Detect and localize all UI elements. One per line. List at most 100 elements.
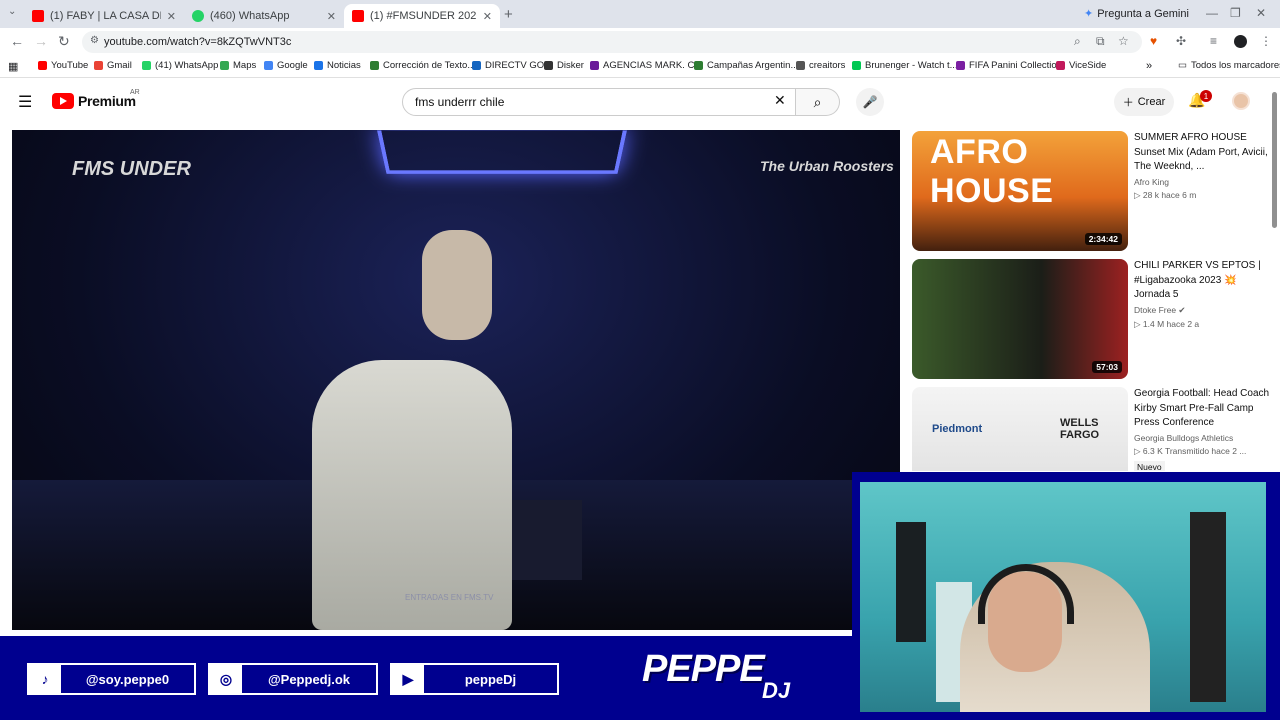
performer-body bbox=[312, 360, 512, 630]
search-icon: ⌕ bbox=[813, 93, 822, 110]
gemini-label: Pregunta a Gemini bbox=[1097, 7, 1189, 20]
recommendation-item[interactable]: Piedmont WELLS FARGO Georgia Football: H… bbox=[912, 387, 1270, 471]
disker-icon bbox=[544, 61, 553, 70]
tab-title: (460) WhatsApp bbox=[210, 10, 290, 22]
page-scrollbar[interactable] bbox=[1272, 92, 1277, 228]
create-button[interactable]: ＋ Crear bbox=[1114, 88, 1174, 116]
tab-search-icon[interactable]: ⌄ bbox=[8, 6, 16, 17]
video-title[interactable]: SUMMER AFRO HOUSE Sunset Mix (Adam Port,… bbox=[1134, 131, 1270, 175]
whatsapp-favicon-icon bbox=[192, 10, 204, 22]
extension-icon[interactable]: ♥ bbox=[1150, 34, 1157, 48]
peppe-brand-logo: PEPPE bbox=[642, 648, 765, 690]
bookmark-agencias[interactable]: AGENCIAS MARK. C... bbox=[590, 60, 702, 71]
video-info: CHILI PARKER VS EPTOS | #Ligabazooka 202… bbox=[1134, 259, 1270, 379]
bookmark-whatsapp[interactable]: (41) WhatsApp bbox=[142, 60, 218, 71]
bookmark-correccion[interactable]: Corrección de Texto... bbox=[370, 60, 475, 71]
new-badge: Nuevo bbox=[1134, 460, 1165, 471]
stage-light-frame bbox=[377, 130, 627, 174]
url-bar[interactable]: ⚙ youtube.com/watch?v=8kZQTwVNT3c bbox=[82, 31, 1142, 53]
bookmark-noticias[interactable]: Noticias bbox=[314, 60, 361, 71]
reload-icon[interactable]: ↻ bbox=[58, 33, 70, 50]
gemini-button[interactable]: ✦ Pregunta a Gemini bbox=[1084, 7, 1189, 21]
fms-under-logo: FMS UNDER bbox=[72, 158, 191, 180]
search-input[interactable]: fms underrr chile bbox=[402, 88, 796, 116]
whatsapp-icon bbox=[142, 61, 151, 70]
hamburger-menu-icon[interactable]: ☰ bbox=[18, 92, 32, 112]
bookmark-maps[interactable]: Maps bbox=[220, 60, 256, 71]
browser-tab-3-active[interactable]: (1) #FMSUNDER 2026/27 | Edici... ✕ bbox=[344, 4, 500, 28]
media-icon[interactable]: ≡ bbox=[1210, 34, 1217, 48]
back-icon[interactable]: ← bbox=[10, 33, 24, 49]
bookmark-star-icon[interactable]: ☆ bbox=[1118, 34, 1129, 48]
urban-roosters-logo: The Urban Roosters bbox=[760, 158, 894, 174]
video-info: Georgia Football: Head Coach Kirby Smart… bbox=[1134, 387, 1270, 471]
close-tab-icon[interactable]: ✕ bbox=[167, 10, 176, 23]
bookmark-gmail[interactable]: Gmail bbox=[94, 60, 132, 71]
webcam-banner bbox=[1190, 512, 1226, 702]
video-title[interactable]: Georgia Football: Head Coach Kirby Smart… bbox=[1134, 387, 1270, 431]
bookmark-viceside[interactable]: ViceSide bbox=[1056, 60, 1106, 71]
gemini-icon: ✦ bbox=[1084, 8, 1094, 20]
site-info-icon[interactable]: ⚙ bbox=[90, 35, 99, 46]
google-icon bbox=[264, 61, 273, 70]
video-title[interactable]: CHILI PARKER VS EPTOS | #Ligabazooka 202… bbox=[1134, 259, 1270, 303]
microphone-icon: 🎤 bbox=[862, 95, 878, 109]
bookmark-campanas[interactable]: Campañas Argentin... bbox=[694, 60, 798, 71]
channel-name[interactable]: Georgia Bulldogs Athletics bbox=[1134, 433, 1270, 443]
browser-tab-1[interactable]: (1) FABY | LA CASA DEL PERRE... ✕ bbox=[24, 4, 184, 28]
profile-icon[interactable] bbox=[1234, 35, 1247, 48]
maximize-icon[interactable]: ❐ bbox=[1230, 6, 1241, 20]
voice-search-button[interactable]: 🎤 bbox=[856, 88, 884, 116]
channel-name[interactable]: Afro King bbox=[1134, 177, 1270, 187]
close-tab-icon[interactable]: ✕ bbox=[483, 10, 492, 23]
peppe-dj-sub-logo: DJ bbox=[762, 678, 791, 703]
duration-badge: 2:34:42 bbox=[1084, 233, 1122, 245]
youtube-play-icon bbox=[52, 93, 74, 109]
play-small-icon: ▷ bbox=[1134, 445, 1143, 456]
minimize-icon[interactable]: — bbox=[1206, 6, 1218, 20]
account-avatar[interactable] bbox=[1232, 92, 1250, 110]
youtube-premium-logo[interactable]: Premium AR bbox=[52, 89, 140, 109]
instagram-handle: @Peppedj.ok bbox=[267, 671, 351, 687]
kick-icon bbox=[852, 61, 861, 70]
video-player[interactable]: FMS UNDER The Urban Roosters ENTRADAS EN… bbox=[12, 130, 900, 630]
bookmark-disker[interactable]: Disker bbox=[544, 60, 584, 71]
new-tab-button[interactable]: + bbox=[504, 6, 513, 23]
bookmark-directv[interactable]: DIRECTV GO bbox=[472, 60, 544, 71]
more-bookmarks-icon[interactable]: » bbox=[1146, 60, 1152, 72]
video-thumbnail[interactable]: 57:03 bbox=[912, 259, 1128, 379]
video-thumbnail[interactable]: AFRO HOUSE 2:34:42 bbox=[912, 131, 1128, 251]
bookmark-brunenger[interactable]: Brunenger - Watch t... bbox=[852, 60, 958, 71]
extensions-puzzle-icon[interactable]: ✣ bbox=[1176, 34, 1186, 48]
bookmark-creaitors[interactable]: creaitors bbox=[796, 60, 845, 71]
tiktok-social: ♪ @soy.peppe0 bbox=[27, 663, 196, 695]
tab-title: (1) FABY | LA CASA DEL PERRE... bbox=[50, 10, 161, 22]
install-icon[interactable]: ⧉ bbox=[1096, 34, 1105, 49]
duration-badge: 57:03 bbox=[1092, 361, 1122, 373]
agencias-icon bbox=[590, 61, 599, 70]
zoom-icon[interactable]: ⌕ bbox=[1074, 34, 1081, 49]
bookmark-fifa-panini[interactable]: FIFA Panini Collection bbox=[956, 60, 1062, 71]
close-window-icon[interactable]: ✕ bbox=[1256, 6, 1266, 20]
recommendation-item[interactable]: AFRO HOUSE 2:34:42 SUMMER AFRO HOUSE Sun… bbox=[912, 131, 1270, 251]
clear-search-icon[interactable]: ✕ bbox=[774, 92, 786, 109]
tiktok-handle: @soy.peppe0 bbox=[85, 671, 170, 687]
all-bookmarks-folder[interactable]: ▭ Todos los marcadores bbox=[1178, 60, 1280, 71]
menu-icon[interactable]: ⋮ bbox=[1260, 34, 1272, 48]
close-tab-icon[interactable]: ✕ bbox=[327, 10, 336, 23]
webcam-feed bbox=[860, 482, 1266, 712]
url-text[interactable]: youtube.com/watch?v=8kZQTwVNT3c bbox=[104, 36, 291, 48]
forward-icon[interactable]: → bbox=[34, 33, 48, 49]
search-query[interactable]: fms underrr chile bbox=[415, 95, 504, 109]
video-thumbnail[interactable]: Piedmont WELLS FARGO bbox=[912, 387, 1128, 471]
bookmark-google[interactable]: Google bbox=[264, 60, 308, 71]
apps-icon[interactable]: ▦ bbox=[8, 60, 18, 73]
youtube-favicon-icon bbox=[352, 10, 364, 22]
bookmark-youtube[interactable]: YouTube bbox=[38, 60, 88, 71]
channel-name[interactable]: Dtoke Free ✔ bbox=[1134, 305, 1270, 316]
browser-tab-2[interactable]: (460) WhatsApp ✕ bbox=[184, 4, 344, 28]
play-small-icon: ▷ bbox=[1134, 189, 1143, 200]
recommendation-item[interactable]: 57:03 CHILI PARKER VS EPTOS | #Ligabazoo… bbox=[912, 259, 1270, 379]
youtube-handle: peppeDj bbox=[464, 671, 517, 687]
search-button[interactable]: ⌕ bbox=[796, 88, 840, 116]
